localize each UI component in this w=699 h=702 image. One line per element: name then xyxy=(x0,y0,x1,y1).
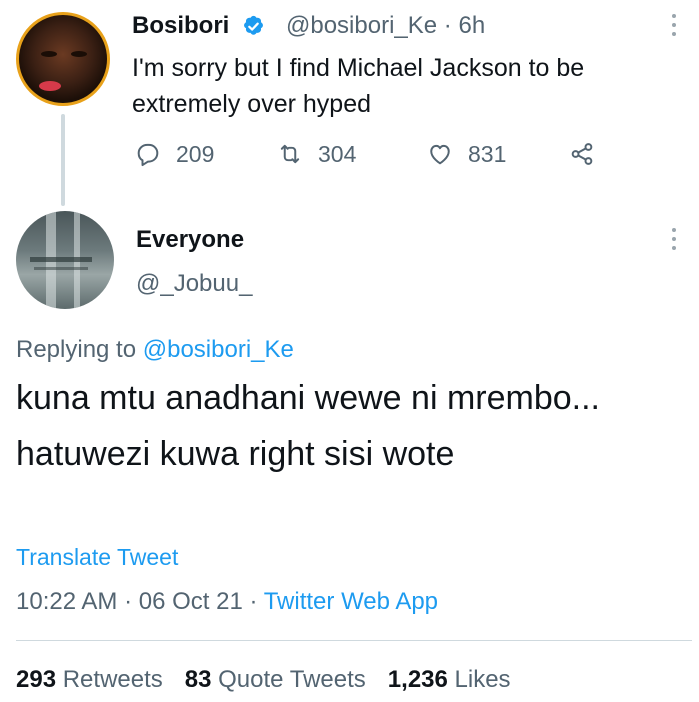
share-button[interactable] xyxy=(568,140,596,168)
tweet-source-link[interactable]: Twitter Web App xyxy=(264,588,438,615)
more-options-icon[interactable] xyxy=(672,228,676,250)
reply-count: 209 xyxy=(176,140,215,167)
parent-handle[interactable]: @bosibori_Ke xyxy=(286,12,437,39)
avatar-detail xyxy=(34,267,88,270)
quote-tweets-stat-count: 83 xyxy=(184,666,212,693)
verified-badge-icon xyxy=(244,15,263,35)
author-display-name[interactable]: Everyone xyxy=(136,226,244,254)
heart-icon xyxy=(430,144,450,165)
translate-tweet-link[interactable]: Translate Tweet xyxy=(16,544,178,571)
engagement-stats: 293 Retweets 83 Quote Tweets 1,236 Likes xyxy=(16,666,511,694)
avatar-everyone[interactable] xyxy=(16,211,114,309)
like-button[interactable]: 831 xyxy=(426,140,506,168)
parent-timestamp[interactable]: 6h xyxy=(458,12,485,39)
separator: · xyxy=(124,588,133,615)
share-icon xyxy=(571,143,593,165)
author-handle[interactable]: @_Jobuu_ xyxy=(136,270,252,298)
replying-to-mention-link[interactable]: @bosibori_Ke xyxy=(143,336,294,363)
likes-stat-count: 1,236 xyxy=(387,666,448,693)
divider xyxy=(16,640,692,641)
separator: · xyxy=(443,12,452,39)
tweet-text: kuna mtu anadhani wewe ni mrembo... hatu… xyxy=(16,379,600,473)
likes-stat-label: Likes xyxy=(454,666,511,693)
retweet-icon xyxy=(280,144,300,164)
replying-prefix: Replying to xyxy=(16,336,143,363)
separator: · xyxy=(249,588,258,615)
avatar-detail xyxy=(41,51,57,57)
avatar-detail xyxy=(39,81,61,91)
quote-tweets-stat[interactable]: 83 Quote Tweets xyxy=(185,666,366,694)
replying-to-line: Replying to @bosibori_Ke xyxy=(16,336,294,364)
tweet-date[interactable]: 06 Oct 21 xyxy=(139,588,243,615)
retweet-count: 304 xyxy=(318,140,357,167)
avatar-detail xyxy=(71,51,87,57)
parent-tweet-text: I'm sorry but I find Michael Jackson to … xyxy=(132,54,585,118)
avatar-detail xyxy=(30,257,92,262)
reply-button[interactable]: 209 xyxy=(134,140,214,168)
thread-connector-line xyxy=(61,114,65,206)
retweets-stat-count: 293 xyxy=(16,666,57,693)
parent-handle-and-time[interactable]: @bosibori_Ke · 6h xyxy=(286,12,485,40)
retweets-stat-label: Retweets xyxy=(62,666,163,693)
reply-icon xyxy=(137,143,159,167)
retweet-button[interactable]: 304 xyxy=(276,140,356,168)
tweet-metadata: 10:22 AM · 06 Oct 21 · Twitter Web App xyxy=(16,588,438,616)
likes-stat[interactable]: 1,236 Likes xyxy=(388,666,511,694)
like-count: 831 xyxy=(468,140,507,167)
more-options-icon[interactable] xyxy=(672,14,676,36)
tweet-time[interactable]: 10:22 AM xyxy=(16,588,117,615)
quote-tweets-stat-label: Quote Tweets xyxy=(218,666,366,693)
retweets-stat[interactable]: 293 Retweets xyxy=(16,666,163,694)
avatar-bosibori[interactable] xyxy=(16,12,110,106)
parent-display-name[interactable]: Bosibori xyxy=(132,12,229,40)
